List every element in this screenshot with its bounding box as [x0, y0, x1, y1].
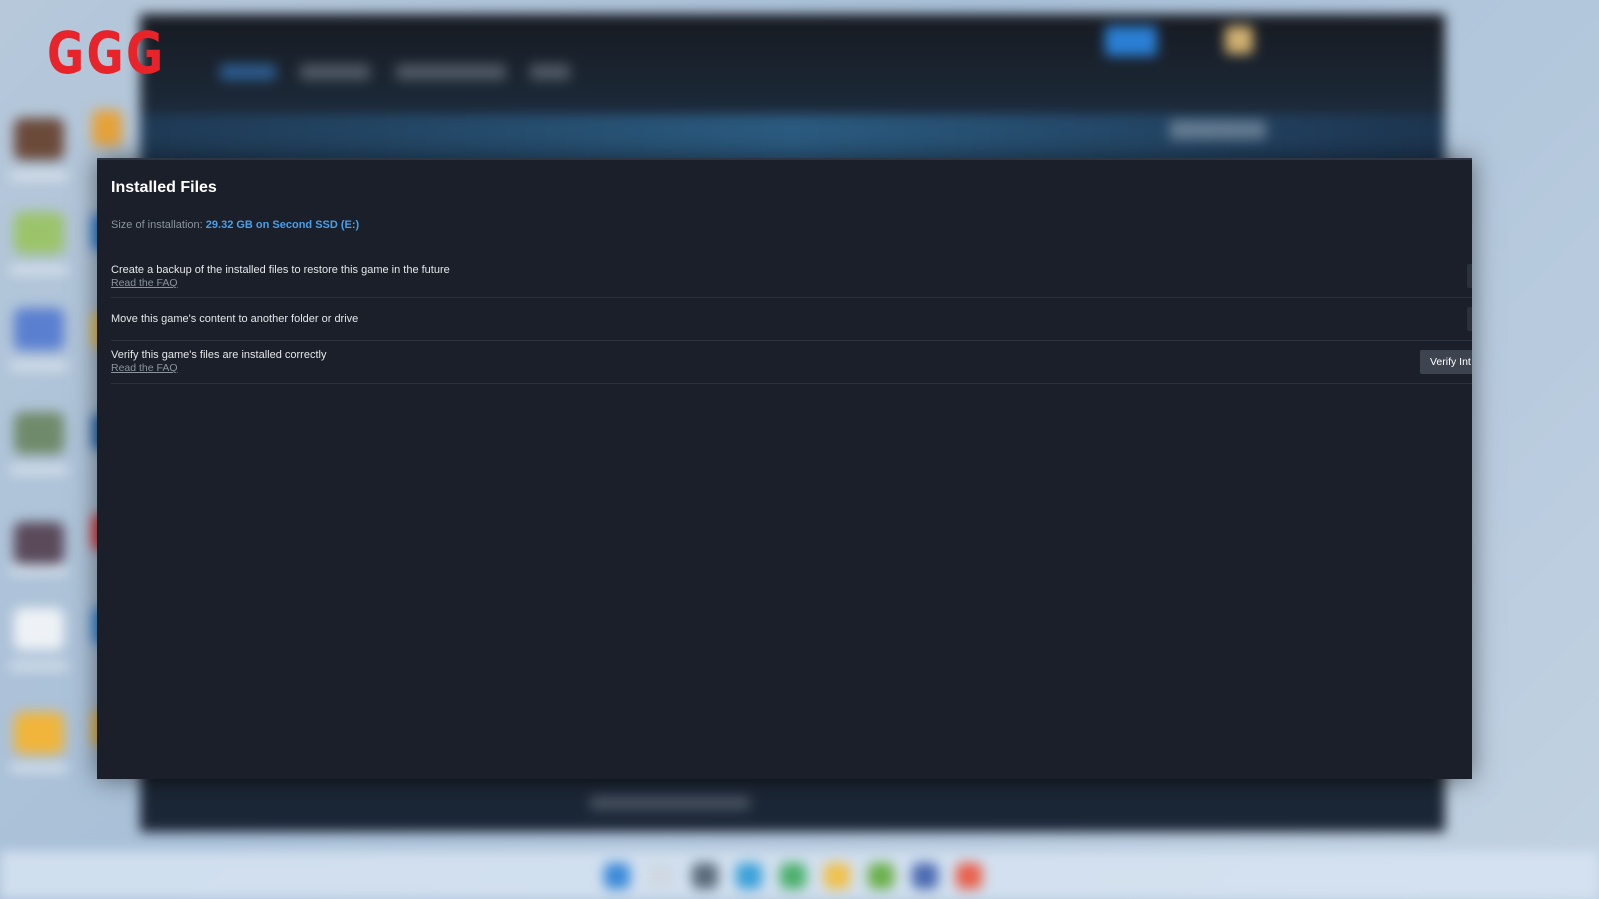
taskbar — [0, 851, 1599, 899]
taskbar-icon[interactable] — [736, 863, 762, 889]
taskbar-icon[interactable] — [692, 863, 718, 889]
taskbar-icon[interactable] — [824, 863, 850, 889]
taskbar-icon[interactable] — [956, 863, 982, 889]
backup-faq-link[interactable]: Read the FAQ — [111, 277, 178, 289]
verify-faq-link[interactable]: Read the FAQ — [111, 362, 178, 374]
desktop-icon[interactable] — [14, 212, 64, 254]
backup-option-row: Create a backup of the installed files t… — [111, 256, 1472, 298]
desktop-icon[interactable] — [14, 118, 64, 160]
size-value-link[interactable]: 29.32 GB on Second SSD (E:) — [206, 219, 359, 231]
desktop-icon[interactable] — [14, 712, 64, 754]
dialog-title: Installed Files — [111, 179, 217, 196]
verify-option-row: Verify this game's files are installed c… — [111, 341, 1472, 384]
taskbar-icon[interactable] — [912, 863, 938, 889]
taskbar-icon[interactable] — [868, 863, 894, 889]
size-label: Size of installation: — [111, 219, 203, 231]
taskbar-icon[interactable] — [604, 863, 630, 889]
backup-button[interactable] — [1467, 264, 1472, 288]
move-option-row: Move this game's content to another fold… — [111, 298, 1472, 341]
move-option-text: Move this game's content to another fold… — [111, 313, 359, 325]
desktop-icon[interactable] — [14, 522, 64, 564]
desktop-icon[interactable] — [14, 412, 64, 454]
desktop-icon[interactable] — [14, 308, 64, 350]
installation-size: Size of installation: 29.32 GB on Second… — [111, 219, 359, 231]
taskbar-icon[interactable] — [780, 863, 806, 889]
installed-files-dialog: Installed Files Size of installation: 29… — [97, 158, 1472, 779]
backup-option-text: Create a backup of the installed files t… — [111, 264, 450, 276]
taskbar-icon[interactable] — [648, 863, 674, 889]
ggg-logo: GGG — [47, 19, 166, 87]
verify-integrity-button[interactable]: Verify Int — [1420, 350, 1472, 374]
verify-option-text: Verify this game's files are installed c… — [111, 349, 327, 361]
move-button[interactable] — [1467, 307, 1472, 331]
desktop-icon[interactable] — [14, 608, 64, 650]
